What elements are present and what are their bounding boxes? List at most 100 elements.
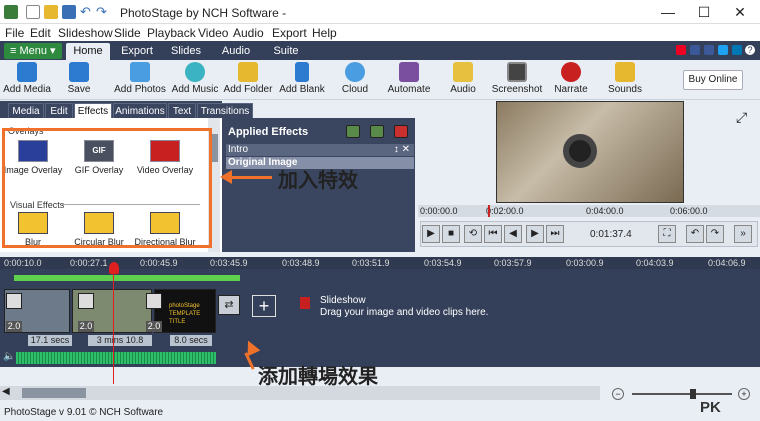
title-bar: ↶ ↷ PhotoStage by NCH Software - — ☐ ✕ (0, 0, 760, 24)
menu-playback[interactable]: Playback (147, 26, 196, 40)
add-folder-button[interactable]: Add Folder (221, 62, 275, 95)
timeline-scrollbar[interactable]: ◀ (0, 386, 600, 400)
skip-start-icon[interactable]: ⏮ (484, 225, 502, 243)
tab-slides[interactable]: Slides (164, 43, 208, 60)
applied-effect-intro[interactable]: Intro ↕ ✕ (226, 144, 414, 156)
clip-2-transition-icon[interactable] (78, 293, 94, 309)
add-transition-callout: 添加轉場效果 (258, 366, 378, 388)
skip-end-icon[interactable]: ⏭ (546, 225, 564, 243)
menu-help[interactable]: Help (312, 26, 337, 40)
menu-video[interactable]: Video (198, 26, 228, 40)
scroll-left-icon[interactable]: ◀ (2, 386, 10, 397)
menu-edit[interactable]: Edit (30, 26, 51, 40)
zoom-fit-icon[interactable]: ⛶ (658, 225, 676, 243)
tab-text[interactable]: Text (168, 103, 196, 118)
undo-icon[interactable]: ↶ (80, 5, 94, 19)
play-icon[interactable]: ▶ (422, 225, 440, 243)
add-music-button[interactable]: Add Music (168, 62, 222, 95)
redo-icon[interactable]: ↷ (96, 5, 110, 19)
main-menu-button[interactable]: ≡ Menu ▾ (4, 43, 62, 59)
menu-export[interactable]: Export (272, 26, 307, 40)
add-clip-button[interactable]: + (252, 295, 276, 317)
tab-audio[interactable]: Audio (214, 43, 258, 60)
audio-button[interactable]: Audio (436, 62, 490, 95)
tab-export[interactable]: Export (114, 43, 160, 60)
clip-3-transition-duration: 2.0 (146, 321, 162, 332)
record-icon (561, 62, 581, 82)
add-blank-button[interactable]: Add Blank (275, 62, 329, 95)
ribbon-tab-bar: ≡ Menu ▾ Home Export Slides Audio Suite … (0, 41, 760, 60)
narrate-button[interactable]: Narrate (544, 62, 598, 95)
undo-preview-icon[interactable]: ↶ (686, 225, 704, 243)
zoom-slider-handle[interactable] (690, 389, 696, 399)
linkedin-icon[interactable] (732, 45, 742, 55)
sounds-button[interactable]: Sounds (598, 62, 652, 95)
new-file-icon[interactable] (26, 5, 40, 19)
preview-playhead[interactable] (488, 205, 490, 217)
clip-2-duration: 3 mins 10.8 secs (88, 335, 152, 356)
zoom-out-icon[interactable]: − (612, 388, 624, 400)
remove-effect-icon[interactable] (394, 125, 408, 138)
clip-3[interactable]: photoStage TEMPLATE TITLE (154, 289, 216, 333)
preview-timeline[interactable]: 0:00:00.0 0:02:00.0 0:04:00.0 0:06:00.0 (418, 205, 760, 217)
zoom-slider[interactable] (632, 393, 732, 395)
clip-1-transition-icon[interactable] (6, 293, 22, 309)
save-button[interactable]: Save (52, 62, 106, 95)
speaker-icon[interactable]: 🔈 (3, 351, 15, 362)
step-back-icon[interactable]: ◀ (504, 225, 522, 243)
tab-animations[interactable]: Animations (113, 103, 167, 118)
facebook-icon[interactable] (704, 45, 714, 55)
save-icon[interactable] (62, 5, 76, 19)
intro-controls-icon[interactable]: ↕ ✕ (394, 144, 410, 156)
minimize-button[interactable]: — (650, 0, 686, 24)
add-media-icon (17, 62, 37, 82)
clip-audio-strip (14, 275, 240, 281)
menu-file[interactable]: File (5, 26, 24, 40)
maximize-button[interactable]: ☐ (686, 0, 722, 24)
stop-icon[interactable]: ■ (442, 225, 460, 243)
menu-audio[interactable]: Audio (233, 26, 264, 40)
add-effect-icon[interactable] (370, 125, 384, 138)
timeline-scroll-thumb[interactable] (22, 388, 86, 398)
callout-arrow-line (228, 176, 272, 179)
transition-button[interactable]: ⇄ (218, 295, 240, 315)
open-folder-icon[interactable] (44, 5, 58, 19)
zoom-in-icon[interactable]: + (738, 388, 750, 400)
camera-icon (507, 62, 527, 82)
tab-suite[interactable]: Suite (264, 43, 308, 60)
step-forward-icon[interactable]: ▶ (526, 225, 544, 243)
flickr-icon[interactable] (676, 45, 686, 55)
loop-icon[interactable]: ⟲ (464, 225, 482, 243)
expand-icon[interactable]: » (734, 225, 752, 243)
effect-list-icon[interactable] (346, 125, 360, 138)
app-logo-icon (4, 5, 18, 19)
add-photos-button[interactable]: Add Photos (113, 62, 167, 95)
tab-edit[interactable]: Edit (45, 103, 73, 118)
status-text: PhotoStage v 9.01 © NCH Software (4, 407, 164, 418)
menu-slide[interactable]: Slide (114, 26, 141, 40)
folder-icon (238, 62, 258, 82)
watermark-logo: PK (700, 399, 721, 416)
help-icon[interactable]: ? (745, 45, 755, 55)
redo-preview-icon[interactable]: ↷ (706, 225, 724, 243)
media-sub-tabs: Media Edit Effects Animations Text Trans… (0, 101, 253, 118)
like-icon[interactable] (690, 45, 700, 55)
tab-transitions[interactable]: Transitions (197, 103, 253, 118)
automate-button[interactable]: Automate (382, 62, 436, 95)
clip-3-transition-icon[interactable] (146, 293, 162, 309)
tab-home[interactable]: Home (66, 43, 110, 60)
home-toolbar: Add Media Save Add Photos Add Music Add … (0, 60, 760, 100)
add-media-button[interactable]: Add Media (0, 62, 54, 95)
cloud-button[interactable]: Cloud (328, 62, 382, 95)
screenshot-button[interactable]: Screenshot (490, 62, 544, 95)
playhead-handle[interactable] (109, 262, 119, 274)
blank-slide-icon (295, 62, 309, 82)
close-button[interactable]: ✕ (722, 0, 758, 24)
tab-media[interactable]: Media (8, 103, 44, 118)
menu-slideshow[interactable]: Slideshow (58, 26, 113, 40)
twitter-icon[interactable] (718, 45, 728, 55)
fullscreen-icon[interactable]: ⤢ (736, 109, 747, 126)
audio-track[interactable]: 🔈 (0, 349, 760, 367)
tab-effects[interactable]: Effects (74, 103, 112, 118)
buy-online-button[interactable]: Buy Online (683, 70, 743, 90)
